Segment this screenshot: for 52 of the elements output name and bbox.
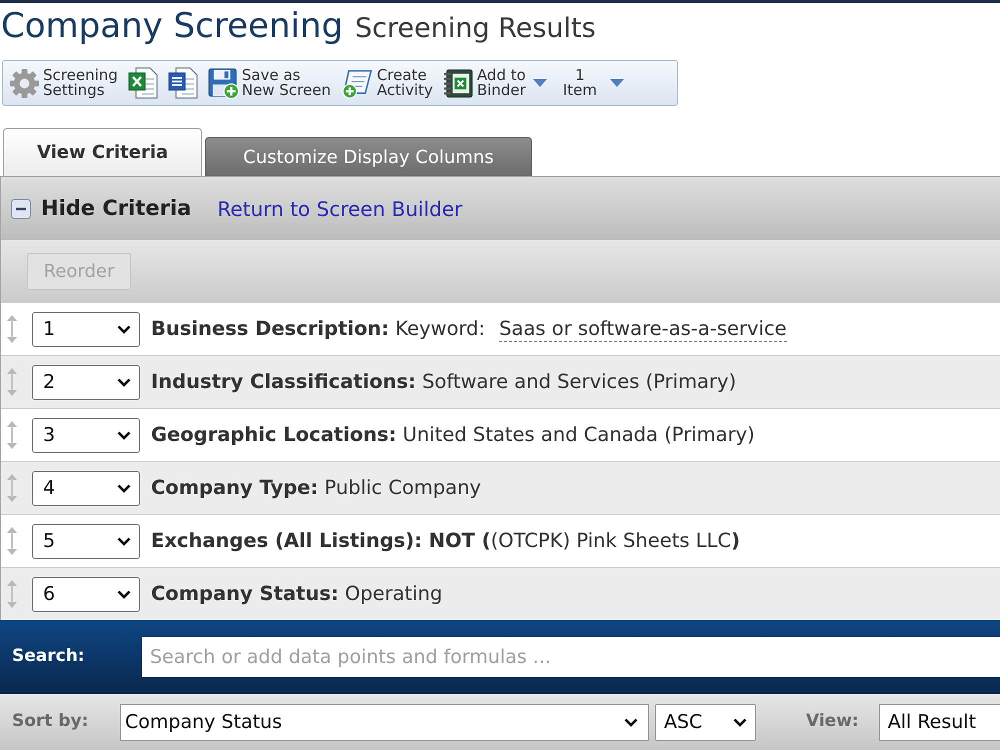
- criterion-text: Company Type: Public Company: [151, 475, 482, 502]
- criterion-text: Company Status: Operating: [151, 581, 442, 608]
- document-icon: [168, 67, 198, 99]
- drag-handle-icon[interactable]: [6, 474, 18, 502]
- drag-handle-icon[interactable]: [6, 527, 18, 555]
- chevron-icon: [117, 378, 131, 386]
- drag-handle-icon[interactable]: [6, 368, 18, 396]
- tab[interactable]: View Criteria: [3, 128, 202, 176]
- page-subtitle: Screening Results: [355, 13, 596, 45]
- chevron-icon: [117, 536, 131, 546]
- add-to-binder-button[interactable]: Add to Binder: [442, 63, 547, 103]
- screening-settings-button[interactable]: Screening Settings: [9, 63, 118, 103]
- view-label: View:: [806, 710, 859, 734]
- chevron-icon: [117, 590, 131, 598]
- sort-field-select[interactable]: Company Status: [120, 704, 649, 740]
- search-field[interactable]: Search or add data points and formulas ...: [142, 637, 1000, 677]
- drag-handle-icon[interactable]: [6, 421, 18, 449]
- chevron-icon: [624, 718, 638, 726]
- keyword-link[interactable]: Saas or software-as-a-service: [499, 316, 787, 342]
- chevron-icon: [117, 430, 131, 440]
- position-select[interactable]: 1: [32, 312, 140, 346]
- position-select[interactable]: 5: [32, 524, 140, 558]
- position-select[interactable]: 3: [32, 418, 140, 452]
- caret-icon: [610, 79, 624, 87]
- caret-icon: [532, 79, 547, 87]
- page-title: Company Screening: [1, 6, 344, 46]
- sort-by-label: Sort by:: [11, 710, 90, 734]
- criterion-text: Business Description: Keyword:: [151, 316, 486, 342]
- chevron-icon: [117, 484, 131, 492]
- view-select[interactable]: All Result: [878, 704, 1000, 740]
- position-select[interactable]: 2: [32, 364, 140, 400]
- binder-icon: [442, 68, 474, 98]
- position-select[interactable]: 6: [32, 576, 140, 612]
- hide-criteria-toggle[interactable]: Hide Criteria: [11, 192, 192, 224]
- sort-order-select[interactable]: ASC: [655, 704, 756, 740]
- item-count-dropdown[interactable]: 1 Item: [556, 63, 624, 103]
- drag-handle-icon[interactable]: [6, 315, 18, 343]
- create-activity-button[interactable]: Create Activity: [340, 63, 433, 103]
- chevron-icon: [733, 718, 747, 726]
- drag-handle-icon[interactable]: [6, 580, 18, 608]
- criterion-text: Industry Classifications: Software and Services (Primary): [151, 369, 736, 396]
- save-as-new-screen-button[interactable]: Save as New Screen: [208, 63, 331, 103]
- criterion-text: Exchanges (All Listings): NOT ((OTCPK) Pink Sheets LLC): [151, 528, 740, 554]
- return-to-screen-builder-link[interactable]: Return to Screen Builder: [217, 194, 462, 224]
- search-label: Search:: [11, 645, 86, 668]
- spreadsheet-icon: [128, 67, 158, 99]
- position-select[interactable]: 4: [32, 470, 140, 506]
- criterion-text: Geographic Locations: United States and Canada (Primary): [151, 422, 755, 448]
- scroll-icon: [340, 68, 374, 98]
- chevron-icon: [117, 324, 131, 334]
- tab[interactable]: Customize Display Columns: [205, 137, 532, 176]
- gear-icon: [9, 68, 40, 98]
